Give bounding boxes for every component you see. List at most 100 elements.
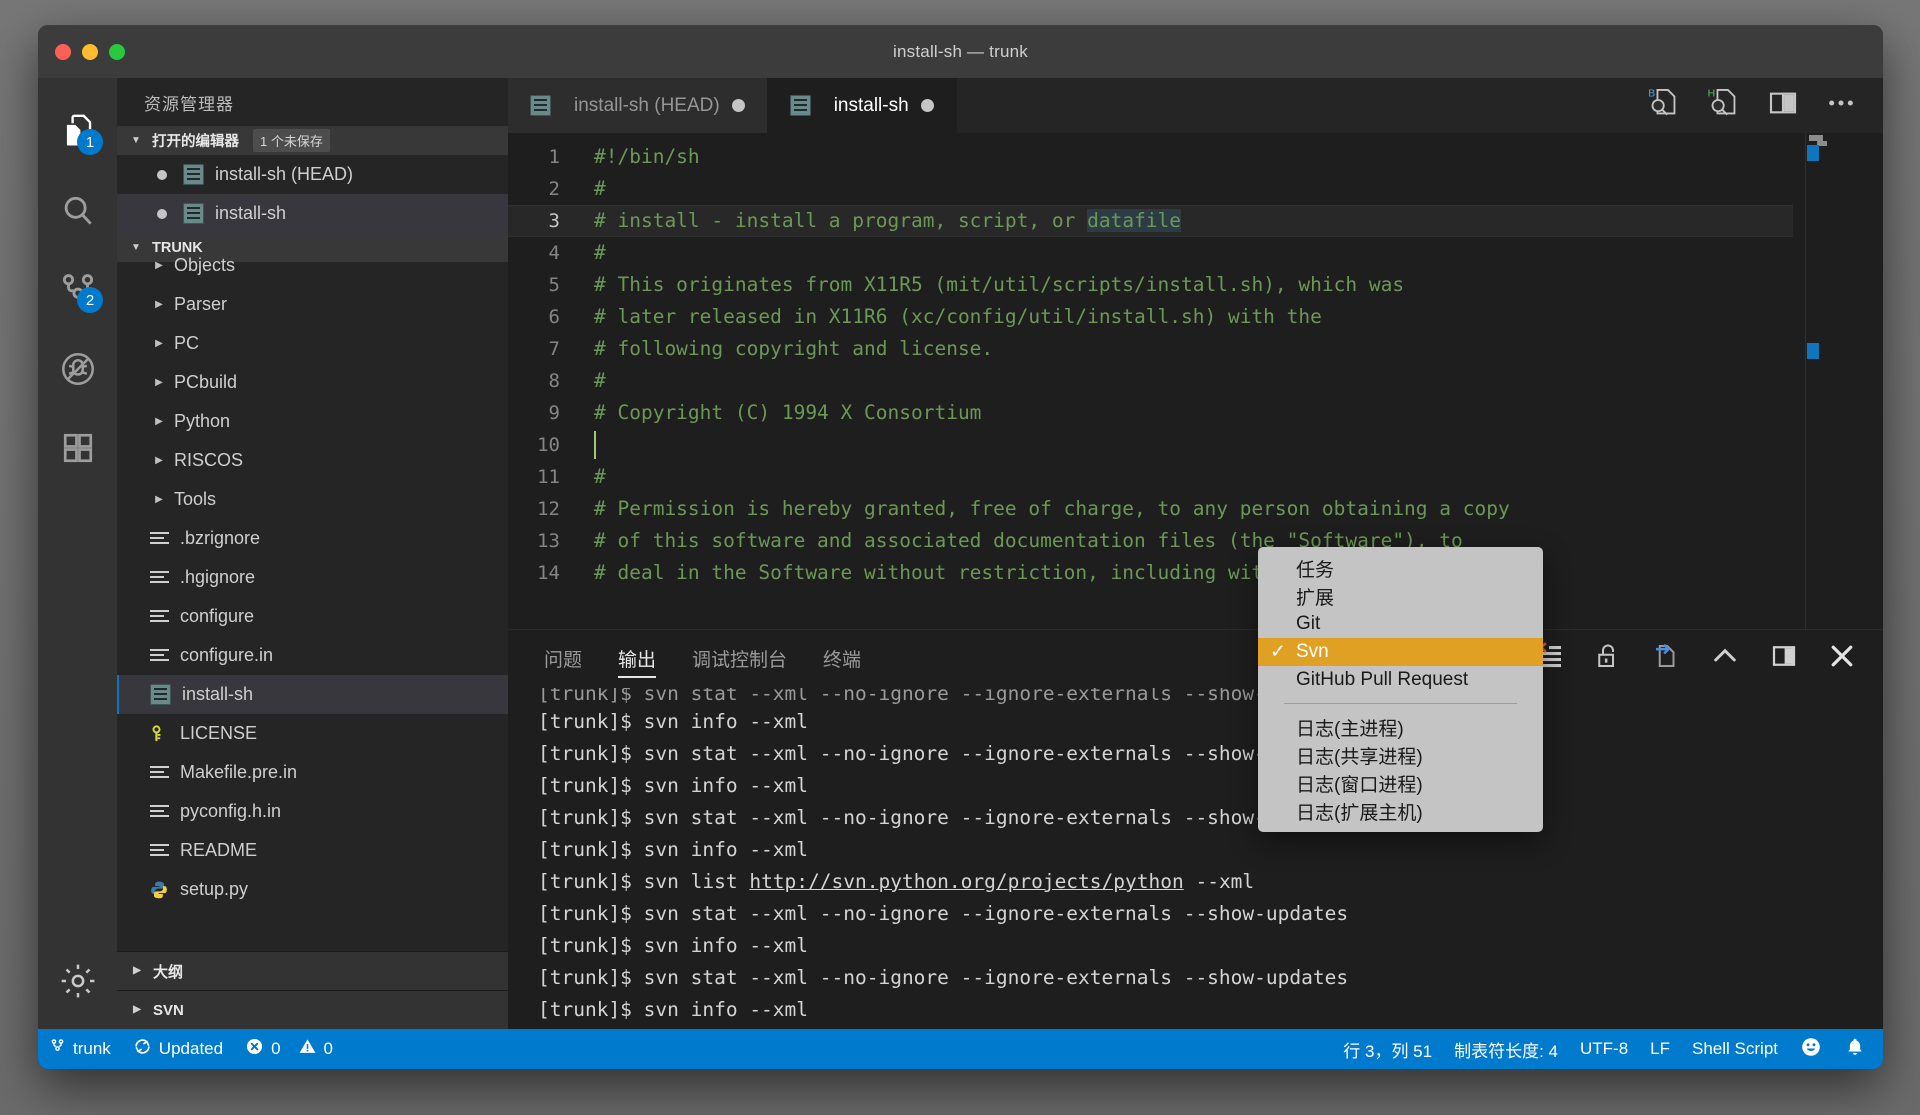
tab-dirty-icon[interactable] [920, 99, 934, 112]
menu-item-svn[interactable]: ✓ Svn [1258, 638, 1543, 666]
unlock-scroll-icon[interactable] [1593, 641, 1623, 676]
tree-item-readme[interactable]: README [117, 831, 508, 870]
status-branch[interactable]: trunk [38, 1029, 122, 1069]
compare-with-base-icon[interactable]: B [1647, 86, 1681, 125]
minimize-window-button[interactable] [82, 43, 98, 60]
status-language-mode[interactable]: Shell Script [1681, 1029, 1789, 1069]
tree-item-label: configure.in [180, 645, 274, 665]
tree-item--bzrignore[interactable]: .bzrignore [117, 519, 508, 558]
section-svn[interactable]: ▶ SVN [117, 990, 508, 1029]
tree-item-configure-in[interactable]: configure.in [117, 636, 508, 675]
status-notifications[interactable] [1833, 1029, 1877, 1069]
desktop-background: install-sh — trunk 1 2 资源管理器 ▼ 打开的编辑器 1 … [0, 0, 1920, 1115]
tree-item-python[interactable]: ▶ Python [117, 402, 508, 441]
output-url-link[interactable]: http://svn.python.org/projects/python [749, 870, 1183, 893]
split-editor-icon[interactable] [1767, 87, 1799, 124]
window-controls[interactable] [38, 43, 125, 60]
output-content[interactable]: [trunk]$ svn stat --xml --no-ignore --ig… [508, 686, 1883, 1029]
tree-item-parser[interactable]: ▶ Parser [117, 285, 508, 324]
menu-item-git[interactable]: Git [1258, 610, 1543, 638]
activity-item-extensions[interactable] [38, 408, 117, 487]
tab-install-sh-head[interactable]: install-sh (HEAD) [508, 78, 768, 133]
status-encoding[interactable]: UTF-8 [1569, 1029, 1639, 1069]
code-content[interactable]: 1 #!/bin/sh 2 #3 # install - install a progr… [508, 133, 1793, 629]
check-icon: ✓ [1270, 641, 1286, 663]
activity-item-source-control[interactable]: 2 [38, 250, 117, 329]
code-line[interactable]: 10 [508, 429, 1793, 461]
section-open-editors[interactable]: ▼ 打开的编辑器 1 个未保存 [117, 126, 508, 155]
tree-item-riscos[interactable]: ▶ RISCOS [117, 441, 508, 480]
section-outline[interactable]: ▶ 大纲 [117, 951, 508, 990]
activity-item-manage[interactable] [38, 950, 117, 1029]
activity-item-search[interactable] [38, 171, 117, 250]
open-in-editor-icon[interactable] [1651, 641, 1681, 676]
minimap-slider[interactable] [1805, 133, 1806, 629]
open-editor-item[interactable]: install-sh [117, 194, 508, 233]
code-line[interactable]: 1 #!/bin/sh [508, 141, 1793, 173]
maximize-panel-icon[interactable] [1709, 640, 1741, 677]
code-line[interactable]: 8 # [508, 365, 1793, 397]
output-channel-dropdown[interactable]: 任务 扩展 Git ✓ Svn GitHub Pull Request 日志(主进程) 日志(… [1258, 547, 1543, 832]
split-panel-icon[interactable] [1769, 641, 1799, 676]
tab-problems[interactable]: 问题 [526, 630, 600, 686]
status-indentation[interactable]: 制表符长度: 4 [1443, 1029, 1569, 1069]
code-line[interactable]: 7 # following copyright and license. [508, 333, 1793, 365]
status-problems[interactable]: 0 0 [234, 1029, 344, 1069]
tab-dirty-icon[interactable] [731, 99, 745, 112]
code-line[interactable]: 4 # [508, 237, 1793, 269]
dirty-indicator-icon[interactable] [157, 169, 167, 180]
code-line[interactable]: 11 # [508, 461, 1793, 493]
more-actions-icon[interactable] [1825, 87, 1857, 124]
key-file-icon [149, 723, 170, 744]
tree-item-setup-py[interactable]: setup.py [117, 870, 508, 909]
code-line[interactable]: 6 # later released in X11R6 (xc/config/ut… [508, 301, 1793, 333]
close-window-button[interactable] [55, 43, 71, 60]
tree-item-label: Objects [174, 255, 236, 275]
code-line[interactable]: 3 # install - install a program, script, … [508, 205, 1793, 237]
tab-label: install-sh [833, 94, 909, 116]
code-line[interactable]: 14 # deal in the Software without restric… [508, 557, 1793, 589]
tab-terminal[interactable]: 终端 [805, 630, 879, 686]
tree-item-makefile-pre-in[interactable]: Makefile.pre.in [117, 753, 508, 792]
output-line: [trunk]$ svn stat --xml --no-ignore --ig… [538, 966, 1349, 989]
tree-item-pcbuild[interactable]: ▶ PCbuild [117, 363, 508, 402]
menu-item-github-pull-request[interactable]: GitHub Pull Request [1258, 666, 1543, 694]
status-cursor-position[interactable]: 行 3，列 51 [1332, 1029, 1443, 1069]
tree-item-pc[interactable]: ▶ PC [117, 324, 508, 363]
editor-minimap[interactable] [1793, 133, 1883, 629]
code-line[interactable]: 5 # This originates from X11R5 (mit/util/… [508, 269, 1793, 301]
tab-output[interactable]: 输出 [600, 630, 674, 686]
tree-item-license[interactable]: LICENSE [117, 714, 508, 753]
menu-item--[interactable]: 任务 [1258, 554, 1543, 582]
status-eol[interactable]: LF [1639, 1029, 1681, 1069]
code-line[interactable]: 2 # [508, 173, 1793, 205]
activity-item-run-debug[interactable] [38, 329, 117, 408]
menu-item--(-)[interactable]: 日志(窗口进程) [1258, 769, 1543, 797]
tree-item--hgignore[interactable]: .hgignore [117, 558, 508, 597]
maximize-window-button[interactable] [109, 43, 125, 60]
tab-install-sh[interactable]: install-sh [767, 78, 957, 133]
code-line[interactable]: 12 # Permission is hereby granted, free o… [508, 493, 1793, 525]
close-panel-icon[interactable] [1827, 641, 1857, 676]
file-tree[interactable]: ▶ Objects ▶ Parser ▶ PC ▶ PCbuild ▶ Python ▶ RISCOS… [117, 246, 508, 951]
menu-item--(-)[interactable]: 日志(共享进程) [1258, 741, 1543, 769]
tab-debug-console[interactable]: 调试控制台 [674, 630, 805, 686]
tree-item-configure[interactable]: configure [117, 597, 508, 636]
code-line[interactable]: 9 # Copyright (C) 1994 X Consortium [508, 397, 1793, 429]
code-line[interactable]: 13 # of this software and associated docu… [508, 525, 1793, 557]
tree-item-pyconfig-h-in[interactable]: pyconfig.h.in [117, 792, 508, 831]
tree-item-label: Tools [174, 489, 217, 509]
activity-item-explorer[interactable]: 1 [38, 92, 117, 171]
status-sync[interactable]: Updated [122, 1029, 234, 1069]
tree-item-tools[interactable]: ▶ Tools [117, 480, 508, 519]
open-editor-item[interactable]: install-sh (HEAD) [117, 155, 508, 194]
dirty-indicator-icon[interactable] [157, 208, 167, 219]
editor-viewport[interactable]: 1 #!/bin/sh 2 #3 # install - install a progr… [508, 133, 1883, 629]
menu-item--[interactable]: 扩展 [1258, 582, 1543, 610]
menu-item--(-)[interactable]: 日志(主进程) [1258, 713, 1543, 741]
status-feedback[interactable] [1789, 1029, 1833, 1069]
tree-item-objects[interactable]: ▶ Objects [117, 246, 508, 285]
menu-item--(-)[interactable]: 日志(扩展主机) [1258, 797, 1543, 825]
tree-item-install-sh[interactable]: install-sh [117, 675, 508, 714]
compare-with-head-icon[interactable]: H [1707, 86, 1741, 125]
